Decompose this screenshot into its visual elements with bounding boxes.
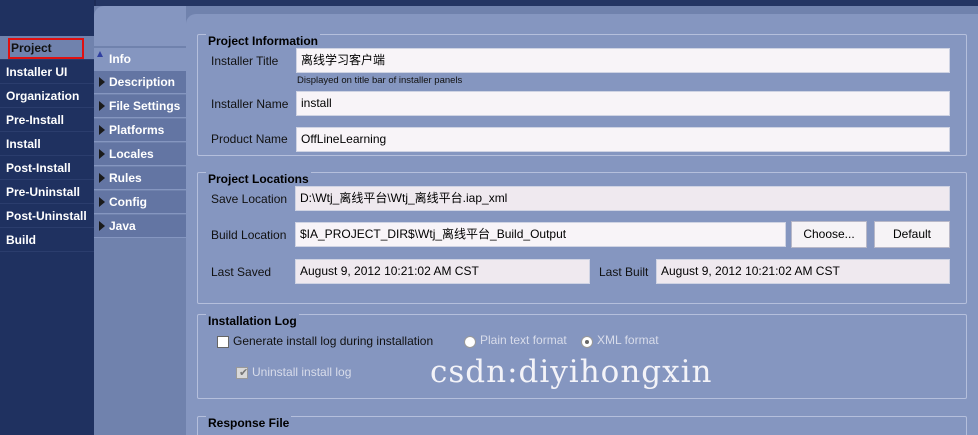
nav-item-installer-ui[interactable]: Installer UI (0, 60, 94, 84)
tab-label: Java (109, 219, 136, 233)
save-location-field[interactable]: D:\Wtj_离线平台\Wtj_离线平台.iap_xml (295, 186, 950, 211)
nav-item-pre-uninstall[interactable]: Pre-Uninstall (0, 180, 94, 204)
tab-description[interactable]: Description (94, 71, 186, 94)
tab-label: Platforms (109, 123, 165, 137)
nav-item-install[interactable]: Install (0, 132, 94, 156)
default-button[interactable]: Default (874, 221, 950, 248)
group-title: Project Information (206, 34, 321, 48)
expanded-arrow-icon (97, 51, 103, 57)
nav-item-project[interactable]: Project (0, 36, 94, 60)
generate-log-checkbox[interactable] (217, 336, 229, 348)
installer-title-label: Installer Title (211, 54, 279, 68)
last-built-label: Last Built (599, 265, 649, 279)
xml-format-label: XML format (597, 333, 659, 347)
build-location-label: Build Location (211, 228, 287, 242)
tab-label: Config (109, 195, 147, 209)
project-locations-group: Project Locations Save Location D:\Wtj_离… (197, 172, 967, 304)
tab-platforms[interactable]: Platforms (94, 119, 186, 142)
tab-info[interactable]: Info (94, 48, 186, 71)
nav-item-label: Project (8, 38, 84, 59)
sub-nav-cap (94, 6, 186, 46)
xml-format-radio[interactable] (581, 336, 593, 348)
response-file-group: Response File (197, 416, 967, 435)
nav-item-build[interactable]: Build (0, 228, 94, 252)
tab-config[interactable]: Config (94, 191, 186, 214)
installer-name-field[interactable]: install (296, 91, 950, 116)
plain-text-radio[interactable] (464, 336, 476, 348)
last-built-field: August 9, 2012 10:21:02 AM CST (656, 259, 950, 284)
tab-rules[interactable]: Rules (94, 167, 186, 190)
tab-label: Locales (109, 147, 154, 161)
choose-button[interactable]: Choose... (791, 221, 867, 248)
build-location-field[interactable]: $IA_PROJECT_DIR$\Wtj_离线平台_Build_Output (295, 222, 786, 247)
installer-title-field[interactable]: 离线学习客户端 (296, 48, 950, 73)
plain-text-label: Plain text format (480, 333, 567, 347)
tab-label: Description (109, 75, 176, 89)
installer-title-hint: Displayed on title bar of installer pane… (297, 75, 463, 86)
left-nav: Project Installer UI Organization Pre-In… (0, 0, 94, 435)
product-name-label: Product Name (211, 132, 288, 146)
last-saved-label: Last Saved (211, 265, 272, 279)
group-title: Project Locations (206, 172, 311, 186)
checkmark-icon: ✔ (239, 367, 249, 379)
sub-nav: Info Description File Settings Platforms… (94, 6, 186, 435)
nav-item-post-install[interactable]: Post-Install (0, 156, 94, 180)
last-saved-field: August 9, 2012 10:21:02 AM CST (295, 259, 590, 284)
radio-dot (585, 340, 589, 344)
group-title: Response File (206, 416, 292, 430)
top-strip-cap (96, 0, 978, 6)
tab-label: File Settings (109, 99, 181, 113)
watermark: csdn:diyihongxin (430, 354, 713, 390)
tab-locales[interactable]: Locales (94, 143, 186, 166)
collapsed-arrow-icon (99, 101, 105, 111)
tab-java[interactable]: Java (94, 215, 186, 238)
installer-name-label: Installer Name (211, 97, 289, 111)
collapsed-arrow-icon (99, 221, 105, 231)
uninstall-log-checkbox[interactable]: ✔ (236, 367, 248, 379)
uninstall-log-label: Uninstall install log (252, 365, 352, 379)
tab-file-settings[interactable]: File Settings (94, 95, 186, 118)
collapsed-arrow-icon (99, 197, 105, 207)
generate-log-label: Generate install log during installation (233, 334, 434, 348)
collapsed-arrow-icon (99, 149, 105, 159)
nav-item-pre-install[interactable]: Pre-Install (0, 108, 94, 132)
nav-item-organization[interactable]: Organization (0, 84, 94, 108)
tab-label: Info (109, 52, 131, 66)
tab-label: Rules (109, 171, 142, 185)
collapsed-arrow-icon (99, 173, 105, 183)
collapsed-arrow-icon (99, 125, 105, 135)
product-name-field[interactable]: OffLineLearning (296, 127, 950, 152)
group-title: Installation Log (206, 314, 299, 328)
nav-item-post-uninstall[interactable]: Post-Uninstall (0, 204, 94, 228)
project-information-group: Project Information Installer Title 离线学习… (197, 34, 967, 156)
collapsed-arrow-icon (99, 77, 105, 87)
save-location-label: Save Location (211, 192, 288, 206)
